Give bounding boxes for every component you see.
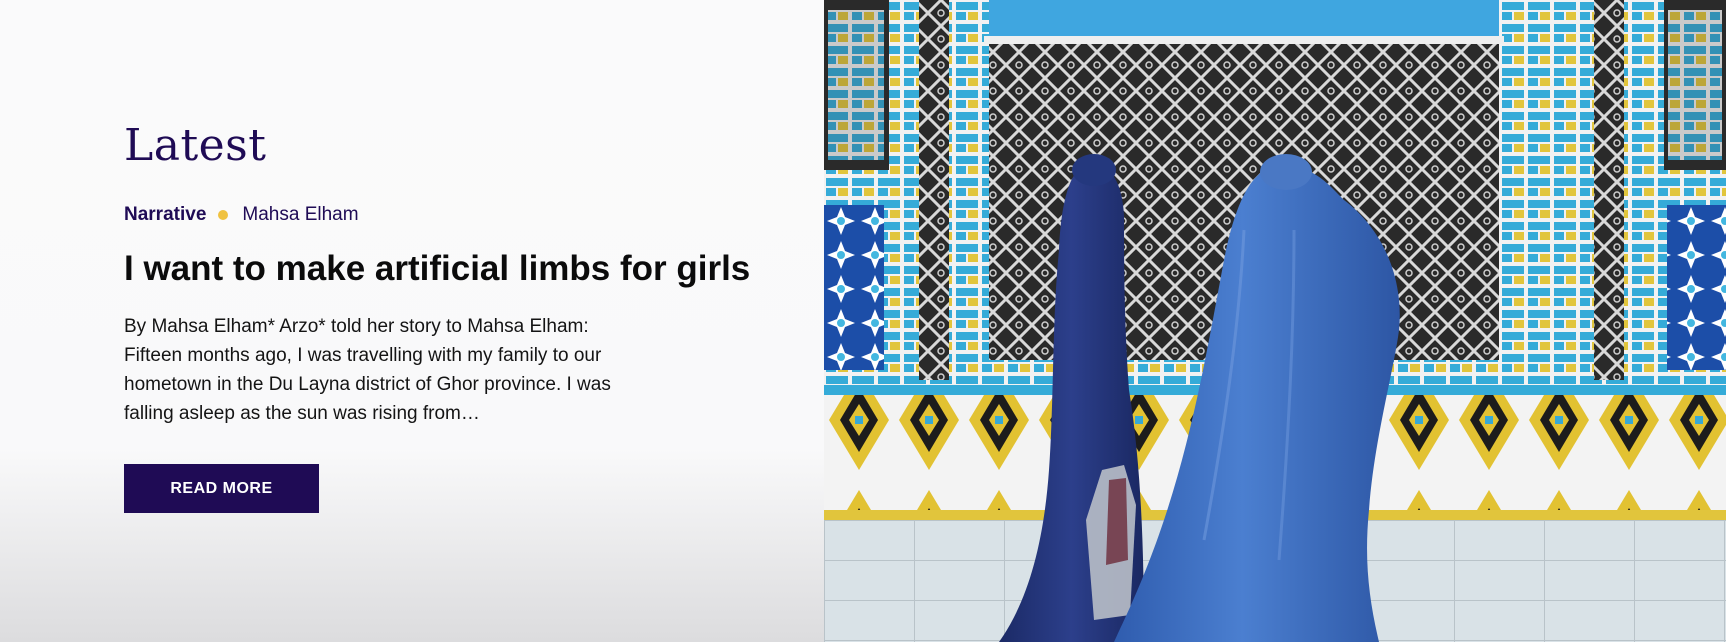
article-headline[interactable]: I want to make artificial limbs for girl… <box>124 248 764 290</box>
article-excerpt: By Mahsa Elham* Arzo* told her story to … <box>124 316 611 425</box>
article-photo[interactable] <box>824 0 1726 642</box>
separator-dot-icon <box>218 210 229 221</box>
latest-content: Latest Narrative Mahsa Elham I want to m… <box>124 120 764 514</box>
read-more-button[interactable]: READ MORE <box>124 464 319 514</box>
latest-panel: Latest Narrative Mahsa Elham I want to m… <box>0 0 824 642</box>
article-category[interactable]: Narrative <box>124 204 206 226</box>
article-meta: Narrative Mahsa Elham <box>124 204 764 226</box>
photo-illustration <box>824 0 1726 642</box>
latest-hero: Latest Narrative Mahsa Elham I want to m… <box>0 0 1726 642</box>
article-author[interactable]: Mahsa Elham <box>242 204 358 226</box>
section-title: Latest <box>124 120 267 171</box>
